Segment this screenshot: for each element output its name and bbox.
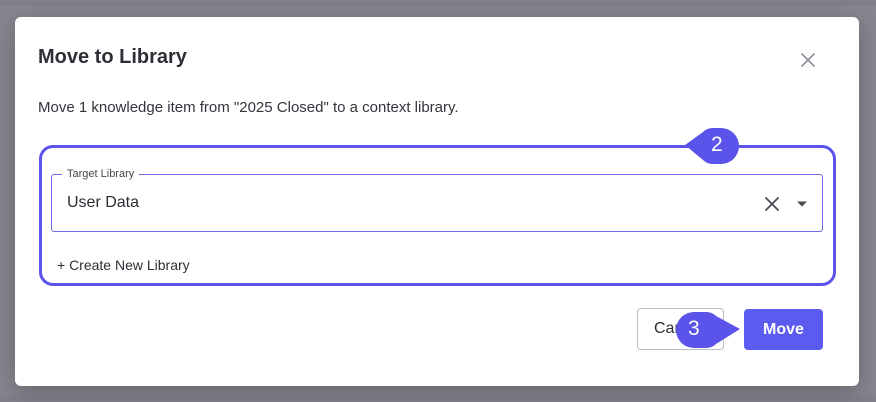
- step-callout-2: 2: [683, 126, 741, 166]
- step-callout-3: 3: [674, 310, 742, 350]
- caret-down-icon: [797, 201, 807, 207]
- clear-selection-button[interactable]: [760, 192, 784, 216]
- background-strip: [0, 395, 876, 402]
- target-library-select[interactable]: Target Library User Data: [51, 167, 823, 232]
- dialog-title: Move to Library: [38, 46, 187, 68]
- close-icon: [801, 53, 815, 67]
- callout-number: 3: [688, 317, 700, 340]
- create-new-library-link[interactable]: + Create New Library: [57, 257, 190, 273]
- target-library-value: User Data: [67, 194, 140, 211]
- callout-badge-shape: [676, 312, 740, 348]
- open-dropdown-button[interactable]: [792, 192, 812, 216]
- move-button[interactable]: Move: [744, 309, 823, 350]
- background-strip: [0, 0, 876, 6]
- target-library-label: Target Library: [62, 167, 140, 181]
- close-button[interactable]: [796, 48, 820, 72]
- callout-number: 2: [711, 133, 723, 156]
- clear-icon: [765, 197, 779, 211]
- dialog-description: Move 1 knowledge item from "2025 Closed"…: [38, 99, 459, 116]
